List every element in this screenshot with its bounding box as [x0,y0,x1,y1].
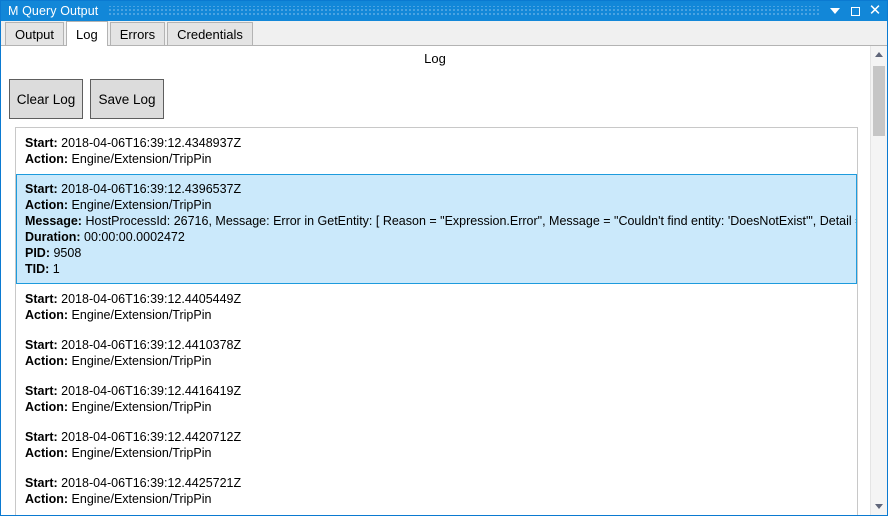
field-label-action: Action: [25,198,69,212]
field-value-pid: 9508 [53,246,82,260]
vertical-scrollbar[interactable] [870,46,887,515]
field-value-action: Engine/Extension/TripPin [71,152,212,166]
field-label-start: Start: [25,338,58,352]
field-label-start: Start: [25,136,58,150]
field-label-start: Start: [25,182,58,196]
save-log-button[interactable]: Save Log [90,79,164,119]
field-label-action: Action: [25,308,69,322]
log-toolbar: Clear Log Save Log [9,79,164,119]
tab-strip: Output Log Errors Credentials [1,21,887,46]
field-value-tid: 1 [52,262,60,276]
field-label-start: Start: [25,430,58,444]
field-value-start: 2018-04-06T16:39:12.4348937Z [61,136,242,150]
field-value-action: Engine/Extension/TripPin [71,400,212,414]
tab-credentials[interactable]: Credentials [167,22,253,45]
title-grip [108,5,819,17]
log-entry[interactable]: Start: 2018-04-06T16:39:12.4348937Z Acti… [16,128,857,174]
field-value-action: Engine/Extension/TripPin [71,308,212,322]
tab-errors-label: Errors [119,26,156,42]
field-value-action: Engine/Extension/TripPin [71,446,212,460]
field-label-action: Action: [25,400,69,414]
m-query-output-window: M Query Output ✕ Output Log Errors Crede… [0,0,888,516]
log-panel: Log Clear Log Save Log Start: 2018-04-06… [1,46,887,515]
tab-output[interactable]: Output [5,22,65,45]
field-value-message: HostProcessId: 26716, Message: Error in … [85,214,856,228]
field-label-start: Start: [25,384,58,398]
scroll-up-icon[interactable] [871,46,887,63]
window-controls: ✕ [825,1,885,21]
close-icon[interactable]: ✕ [865,1,885,21]
field-value-start: 2018-04-06T16:39:12.4425721Z [61,476,242,490]
log-entry[interactable]: Start: 2018-04-06T16:39:12.4420712Z Acti… [16,422,857,468]
field-label-action: Action: [25,152,69,166]
log-entry[interactable]: Start: 2018-04-06T16:39:12.4416419Z Acti… [16,376,857,422]
chevron-down-icon[interactable] [825,1,845,21]
field-value-action: Engine/Extension/TripPin [71,492,212,506]
field-label-pid: PID: [25,246,50,260]
field-label-start: Start: [25,476,58,490]
field-label-action: Action: [25,492,69,506]
field-label-start: Start: [25,292,58,306]
field-label-tid: TID: [25,262,50,276]
tab-log[interactable]: Log [66,21,108,46]
tab-output-label: Output [15,26,55,42]
page-title: Log [424,51,446,66]
log-entry-selected[interactable]: Start: 2018-04-06T16:39:12.4396537Z Acti… [16,174,857,284]
scrollbar-thumb[interactable] [873,66,885,136]
tab-credentials-label: Credentials [177,26,243,42]
tab-errors[interactable]: Errors [109,22,166,45]
tab-log-label: Log [76,26,98,42]
field-value-start: 2018-04-06T16:39:12.4396537Z [61,182,242,196]
window-title: M Query Output [8,4,99,18]
field-value-start: 2018-04-06T16:39:12.4410378Z [61,338,242,352]
field-value-duration: 00:00:00.0002472 [84,230,185,244]
field-value-start: 2018-04-06T16:39:12.4416419Z [61,384,242,398]
scroll-down-icon[interactable] [871,498,887,515]
log-entry[interactable]: Start: 2018-04-06T16:39:12.4425721Z Acti… [16,468,857,514]
field-label-action: Action: [25,446,69,460]
log-entry[interactable]: Start: 2018-04-06T16:39:12.4410378Z Acti… [16,330,857,376]
log-entry[interactable]: Start: 2018-04-06T16:39:12.4405449Z Acti… [16,284,857,330]
field-value-start: 2018-04-06T16:39:12.4405449Z [61,292,242,306]
clear-log-button[interactable]: Clear Log [9,79,83,119]
field-label-message: Message: [25,214,82,228]
maximize-icon[interactable] [845,1,865,21]
field-value-action: Engine/Extension/TripPin [71,354,212,368]
field-label-duration: Duration: [25,230,81,244]
title-bar[interactable]: M Query Output ✕ [1,1,887,21]
field-value-action: Engine/Extension/TripPin [71,198,212,212]
log-entry-list[interactable]: Start: 2018-04-06T16:39:12.4348937Z Acti… [15,127,858,515]
field-label-action: Action: [25,354,69,368]
field-value-start: 2018-04-06T16:39:12.4420712Z [61,430,242,444]
